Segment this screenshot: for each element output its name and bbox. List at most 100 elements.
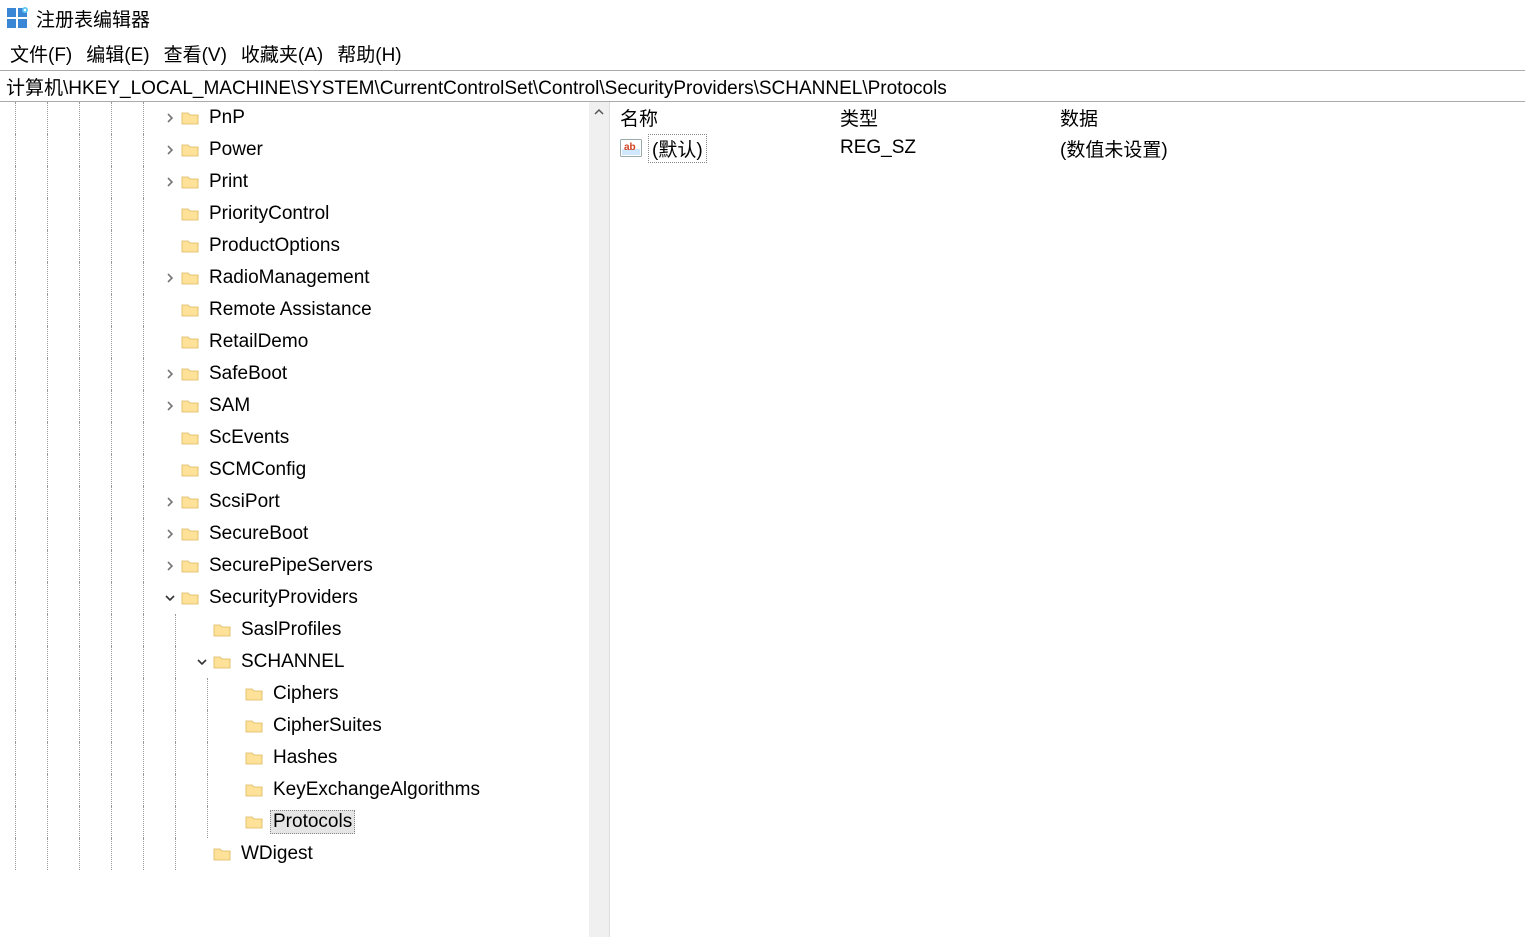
chevron-right-icon[interactable]: [160, 268, 180, 288]
expander-blank: [160, 204, 180, 224]
tree-node[interactable]: WDigest: [0, 838, 589, 870]
address-bar[interactable]: 计算机\HKEY_LOCAL_MACHINE\SYSTEM\CurrentCon…: [0, 70, 1525, 102]
tree-indent: [0, 326, 32, 358]
tree-node[interactable]: SaslProfiles: [0, 614, 589, 646]
tree-node[interactable]: ScEvents: [0, 422, 589, 454]
tree-node[interactable]: SafeBoot: [0, 358, 589, 390]
tree-indent: [64, 486, 96, 518]
tree-indent: [128, 390, 160, 422]
tree-indent: [96, 390, 128, 422]
tree-content[interactable]: PnP Power PrintPriorityControlProductOptio…: [0, 102, 589, 870]
list-header: 名称 类型 数据: [610, 102, 1525, 132]
tree-indent: [96, 806, 128, 838]
tree-node[interactable]: SCMConfig: [0, 454, 589, 486]
menu-file[interactable]: 文件(F): [10, 40, 72, 67]
tree-indent: [0, 582, 32, 614]
chevron-right-icon[interactable]: [160, 524, 180, 544]
chevron-down-icon[interactable]: [160, 588, 180, 608]
tree-node[interactable]: Remote Assistance: [0, 294, 589, 326]
tree-node[interactable]: SCHANNEL: [0, 646, 589, 678]
tree-node[interactable]: ProductOptions: [0, 230, 589, 262]
tree-indent: [32, 294, 64, 326]
tree-indent: [0, 262, 32, 294]
tree-node[interactable]: KeyExchangeAlgorithms: [0, 774, 589, 806]
tree-node[interactable]: Protocols: [0, 806, 589, 838]
tree-indent: [64, 102, 96, 134]
tree-indent: [32, 262, 64, 294]
list-row[interactable]: ab(默认)REG_SZ(数值未设置): [610, 132, 1525, 164]
tree-indent: [32, 774, 64, 806]
tree-node[interactable]: PnP: [0, 102, 589, 134]
column-header-name[interactable]: 名称: [610, 102, 830, 133]
app-title: 注册表编辑器: [36, 5, 150, 32]
tree-node[interactable]: SAM: [0, 390, 589, 422]
tree-indent: [160, 646, 192, 678]
chevron-right-icon[interactable]: [160, 396, 180, 416]
tree-node[interactable]: SecurityProviders: [0, 582, 589, 614]
tree-indent: [160, 742, 192, 774]
tree-indent: [0, 198, 32, 230]
folder-icon: [180, 364, 200, 384]
tree-indent: [128, 550, 160, 582]
chevron-right-icon[interactable]: [160, 492, 180, 512]
tree-node[interactable]: Hashes: [0, 742, 589, 774]
tree-node[interactable]: RadioManagement: [0, 262, 589, 294]
tree-node[interactable]: Power: [0, 134, 589, 166]
tree-indent: [128, 422, 160, 454]
chevron-right-icon[interactable]: [160, 140, 180, 160]
tree-indent: [64, 806, 96, 838]
folder-icon: [244, 684, 264, 704]
tree-indent: [128, 102, 160, 134]
menu-view[interactable]: 查看(V): [164, 40, 227, 67]
tree-indent: [0, 486, 32, 518]
tree-indent: [64, 326, 96, 358]
chevron-right-icon[interactable]: [160, 556, 180, 576]
tree-indent: [0, 550, 32, 582]
tree-node[interactable]: ScsiPort: [0, 486, 589, 518]
tree-node[interactable]: SecurePipeServers: [0, 550, 589, 582]
folder-icon: [180, 460, 200, 480]
expander-blank: [224, 684, 244, 704]
menu-help[interactable]: 帮助(H): [337, 40, 401, 67]
tree-node-label: Power: [206, 138, 266, 162]
scroll-up-icon[interactable]: [589, 102, 609, 122]
tree-indent: [192, 806, 224, 838]
menu-edit[interactable]: 编辑(E): [86, 40, 149, 67]
tree-indent: [0, 230, 32, 262]
main-area: PnP Power PrintPriorityControlProductOptio…: [0, 102, 1525, 937]
expander-blank: [160, 300, 180, 320]
tree-node[interactable]: PriorityControl: [0, 198, 589, 230]
menu-bar: 文件(F) 编辑(E) 查看(V) 收藏夹(A) 帮助(H): [0, 36, 1525, 70]
tree-indent: [96, 582, 128, 614]
tree-node[interactable]: RetailDemo: [0, 326, 589, 358]
tree-indent: [96, 774, 128, 806]
tree-indent: [96, 230, 128, 262]
chevron-right-icon[interactable]: [160, 108, 180, 128]
chevron-down-icon[interactable]: [192, 652, 212, 672]
tree-node[interactable]: Print: [0, 166, 589, 198]
chevron-right-icon[interactable]: [160, 172, 180, 192]
menu-favorites[interactable]: 收藏夹(A): [241, 40, 323, 67]
tree-node-label: Remote Assistance: [206, 298, 375, 322]
tree-indent: [0, 710, 32, 742]
tree-indent: [96, 198, 128, 230]
tree-node[interactable]: SecureBoot: [0, 518, 589, 550]
tree-indent: [32, 454, 64, 486]
tree-node[interactable]: Ciphers: [0, 678, 589, 710]
expander-blank: [224, 812, 244, 832]
column-header-type[interactable]: 类型: [830, 102, 1050, 133]
folder-icon: [180, 556, 200, 576]
tree-node-label: SecurePipeServers: [206, 554, 376, 578]
tree-indent: [96, 646, 128, 678]
tree-indent: [32, 614, 64, 646]
tree-indent: [192, 710, 224, 742]
column-header-data[interactable]: 数据: [1050, 102, 1525, 133]
scrollbar-vertical[interactable]: [589, 102, 609, 937]
tree-indent: [96, 358, 128, 390]
tree-node-label: SCHANNEL: [238, 650, 347, 674]
tree-indent: [0, 806, 32, 838]
tree-node[interactable]: CipherSuites: [0, 710, 589, 742]
expander-blank: [160, 236, 180, 256]
expander-blank: [192, 844, 212, 864]
chevron-right-icon[interactable]: [160, 364, 180, 384]
